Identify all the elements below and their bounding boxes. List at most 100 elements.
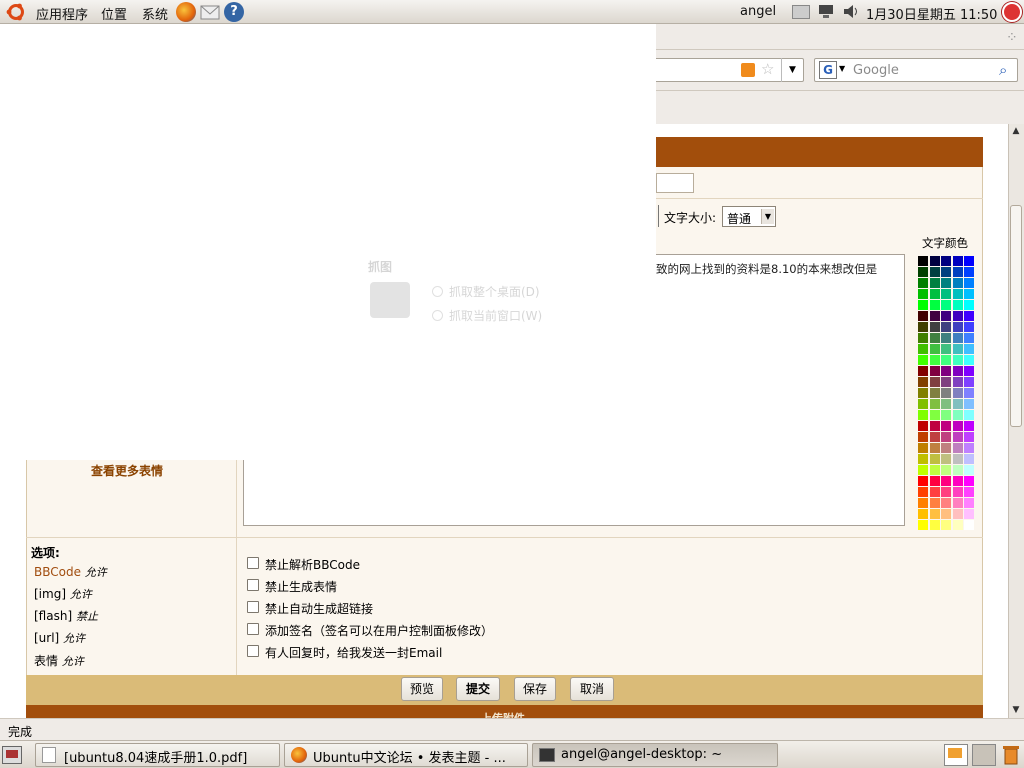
color-swatch[interactable]: [941, 498, 951, 508]
color-swatch[interactable]: [929, 267, 940, 277]
color-swatch[interactable]: [952, 366, 963, 376]
color-swatch[interactable]: [964, 487, 974, 497]
system-menu[interactable]: 系统: [142, 4, 168, 23]
color-swatch[interactable]: [918, 465, 928, 475]
color-swatch[interactable]: [929, 476, 940, 486]
color-swatch[interactable]: [918, 421, 928, 431]
color-swatch[interactable]: [952, 388, 963, 398]
workspace-1[interactable]: [944, 744, 968, 766]
color-swatch[interactable]: [941, 454, 951, 464]
color-swatch[interactable]: [952, 520, 963, 530]
color-swatch[interactable]: [918, 509, 928, 519]
color-swatch[interactable]: [941, 355, 951, 365]
color-swatch[interactable]: [918, 410, 928, 420]
color-swatch[interactable]: [964, 267, 974, 277]
color-swatch[interactable]: [952, 432, 963, 442]
more-emoticons-link[interactable]: 查看更多表情: [91, 462, 163, 479]
color-swatch[interactable]: [929, 509, 940, 519]
color-swatch[interactable]: [952, 421, 963, 431]
color-swatch[interactable]: [964, 300, 974, 310]
color-swatch[interactable]: [929, 344, 940, 354]
color-swatch[interactable]: [964, 377, 974, 387]
color-swatch[interactable]: [952, 443, 963, 453]
subject-input[interactable]: [656, 173, 694, 193]
color-swatch[interactable]: [952, 377, 963, 387]
color-swatch[interactable]: [929, 388, 940, 398]
color-swatch[interactable]: [964, 465, 974, 475]
taskbar-pdf-viewer[interactable]: [ubuntu8.04速成手册1.0.pdf]: [35, 743, 280, 767]
taskbar-terminal[interactable]: angel@angel-desktop: ~: [532, 743, 778, 767]
color-swatch[interactable]: [952, 322, 963, 332]
color-swatch[interactable]: [952, 278, 963, 288]
color-swatch[interactable]: [918, 278, 928, 288]
color-swatch[interactable]: [929, 465, 940, 475]
color-swatch[interactable]: [941, 443, 951, 453]
color-swatch[interactable]: [964, 333, 974, 343]
scrollbar-thumb[interactable]: [1010, 205, 1022, 427]
color-swatch[interactable]: [952, 289, 963, 299]
google-engine-icon[interactable]: G: [819, 61, 837, 79]
color-swatch[interactable]: [918, 443, 928, 453]
color-swatch[interactable]: [941, 421, 951, 431]
color-swatch[interactable]: [964, 421, 974, 431]
color-swatch[interactable]: [918, 366, 928, 376]
color-swatch[interactable]: [941, 289, 951, 299]
color-swatch[interactable]: [952, 311, 963, 321]
color-swatch[interactable]: [964, 498, 974, 508]
color-swatch[interactable]: [952, 399, 963, 409]
color-swatch[interactable]: [952, 333, 963, 343]
color-swatch[interactable]: [929, 498, 940, 508]
color-swatch[interactable]: [918, 377, 928, 387]
color-swatch[interactable]: [941, 487, 951, 497]
color-swatch[interactable]: [964, 366, 974, 376]
color-swatch[interactable]: [964, 476, 974, 486]
color-swatch[interactable]: [929, 322, 940, 332]
color-swatch[interactable]: [952, 487, 963, 497]
volume-icon[interactable]: [843, 4, 859, 19]
color-swatch[interactable]: [941, 410, 951, 420]
save-button[interactable]: 保存: [514, 677, 556, 701]
color-swatch[interactable]: [964, 454, 974, 464]
color-swatch[interactable]: [929, 377, 940, 387]
show-desktop-icon[interactable]: [2, 746, 22, 764]
color-swatch[interactable]: [929, 454, 940, 464]
color-swatch[interactable]: [952, 410, 963, 420]
color-swatch[interactable]: [941, 388, 951, 398]
firefox-launcher-icon[interactable]: [176, 2, 196, 22]
bookmark-star-icon[interactable]: ☆: [761, 60, 774, 78]
color-swatch[interactable]: [941, 322, 951, 332]
search-go-icon[interactable]: ⌕: [999, 61, 1007, 79]
color-swatch[interactable]: [964, 432, 974, 442]
preview-button[interactable]: 预览: [401, 677, 443, 701]
engine-dropdown-icon[interactable]: ▼: [839, 64, 845, 73]
attach-signature-checkbox[interactable]: [247, 623, 259, 635]
color-swatch[interactable]: [964, 509, 974, 519]
url-dropdown-icon[interactable]: ▼: [781, 58, 803, 82]
color-swatch[interactable]: [941, 300, 951, 310]
disable-magic-url-checkbox[interactable]: [247, 601, 259, 613]
rss-icon[interactable]: [741, 63, 755, 77]
color-swatch[interactable]: [918, 498, 928, 508]
user-name[interactable]: angel: [740, 4, 776, 19]
color-swatch[interactable]: [918, 454, 928, 464]
scroll-up-icon[interactable]: ▲: [1010, 125, 1022, 138]
color-swatch[interactable]: [918, 520, 928, 530]
color-swatch[interactable]: [918, 399, 928, 409]
color-swatch[interactable]: [918, 300, 928, 310]
color-swatch[interactable]: [952, 509, 963, 519]
color-swatch[interactable]: [964, 520, 974, 530]
color-swatch[interactable]: [964, 344, 974, 354]
color-swatch[interactable]: [941, 267, 951, 277]
color-swatch[interactable]: [918, 355, 928, 365]
color-swatch[interactable]: [929, 399, 940, 409]
color-swatch[interactable]: [941, 344, 951, 354]
color-swatch[interactable]: [941, 432, 951, 442]
color-swatch[interactable]: [964, 256, 974, 266]
color-swatch[interactable]: [918, 487, 928, 497]
help-icon[interactable]: ?: [224, 2, 244, 22]
disable-smilies-checkbox[interactable]: [247, 579, 259, 591]
color-swatch[interactable]: [918, 322, 928, 332]
color-swatch[interactable]: [964, 289, 974, 299]
submit-button[interactable]: 提交: [456, 677, 500, 701]
color-swatch[interactable]: [941, 377, 951, 387]
